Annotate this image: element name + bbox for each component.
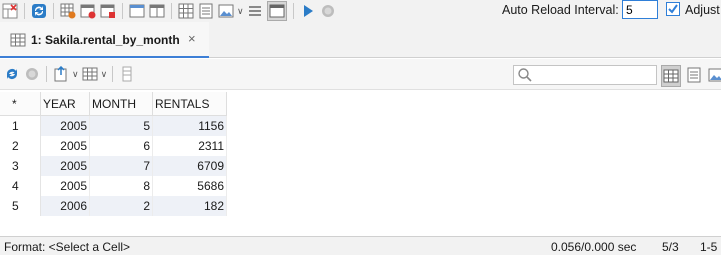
red-window-icon[interactable] <box>100 3 116 19</box>
image-icon[interactable] <box>218 3 234 19</box>
grid-icon[interactable] <box>178 3 194 19</box>
grid-icon <box>10 33 26 50</box>
grid-icon[interactable] <box>82 66 98 82</box>
format-status: Format: <Select a Cell> <box>4 240 131 254</box>
cell-month[interactable]: 7 <box>89 156 153 176</box>
cell-rentals[interactable]: 2311 <box>152 136 227 156</box>
row-number: 4 <box>0 176 41 196</box>
stop-icon[interactable] <box>320 3 336 19</box>
refresh-icon[interactable] <box>4 66 20 82</box>
table-row[interactable]: 4 2005 8 5686 <box>0 176 227 196</box>
grid-settings-icon[interactable] <box>60 3 76 19</box>
toolbar-separator <box>112 66 114 82</box>
cell-rentals[interactable]: 5686 <box>152 176 227 196</box>
grid-view-icon[interactable] <box>661 65 681 87</box>
row-number: 1 <box>0 115 41 136</box>
export-icon[interactable] <box>53 66 69 82</box>
toolbar-separator <box>122 3 123 19</box>
tab-bar: 1: Sakila.rental_by_month × <box>0 22 721 58</box>
chevron-down-icon[interactable]: ∨ <box>101 69 108 80</box>
header-row: * YEAR MONTH RENTALS <box>0 92 227 116</box>
row-number: 3 <box>0 156 41 176</box>
table-row[interactable]: 3 2005 7 6709 <box>0 156 227 176</box>
window-icon[interactable] <box>129 3 145 19</box>
cell-month[interactable]: 8 <box>89 176 153 196</box>
status-bar: Format: <Select a Cell> 0.056/0.000 sec … <box>0 236 721 255</box>
table-row[interactable]: 1 2005 5 1156 <box>0 115 227 136</box>
close-icon[interactable]: × <box>188 31 196 46</box>
search-icon <box>517 67 533 86</box>
column-icon[interactable] <box>119 66 135 82</box>
result-grid: * YEAR MONTH RENTALS 1 2005 5 1156 2 200… <box>0 92 227 216</box>
auto-reload-label: Auto Reload Interval: <box>502 3 619 17</box>
tab-rental-by-month[interactable]: 1: Sakila.rental_by_month × <box>0 22 209 58</box>
toolbar-separator <box>292 3 294 19</box>
refresh-icon[interactable] <box>31 3 47 19</box>
search-input[interactable] <box>513 65 657 85</box>
table-row[interactable]: 5 2006 2 182 <box>0 196 227 216</box>
row-number: 5 <box>0 196 41 216</box>
chevron-down-icon[interactable]: ∨ <box>72 69 79 80</box>
cell-year[interactable]: 2006 <box>40 196 90 216</box>
list-view-icon[interactable] <box>247 3 263 19</box>
panel-toggle-icon[interactable] <box>266 1 287 21</box>
cell-month[interactable]: 2 <box>89 196 153 216</box>
cell-rentals[interactable]: 182 <box>152 196 227 216</box>
toolbar-separator <box>24 3 25 19</box>
cell-rentals[interactable]: 1156 <box>152 115 227 136</box>
run-icon[interactable] <box>300 3 316 19</box>
tab-label: 1: Sakila.rental_by_month <box>31 33 180 47</box>
cell-year[interactable]: 2005 <box>40 115 90 136</box>
row-corner[interactable]: * <box>0 92 41 116</box>
cell-year[interactable]: 2005 <box>40 136 90 156</box>
table-x-icon[interactable] <box>2 3 18 19</box>
adjust-label: Adjust <box>685 3 720 17</box>
cell-month[interactable]: 6 <box>89 136 153 156</box>
image-icon[interactable] <box>707 65 721 85</box>
cell-year[interactable]: 2005 <box>40 156 90 176</box>
stop-icon[interactable] <box>24 66 40 82</box>
toolbar-separator <box>53 3 54 19</box>
toolbar-separator <box>171 3 172 19</box>
cell-month[interactable]: 5 <box>89 115 153 136</box>
list-icon[interactable] <box>198 3 214 19</box>
row-number: 2 <box>0 136 41 156</box>
auto-reload-input[interactable] <box>622 0 658 19</box>
cell-rentals[interactable]: 6709 <box>152 156 227 176</box>
cell-year[interactable]: 2005 <box>40 176 90 196</box>
red-grid-icon[interactable] <box>80 3 96 19</box>
adjust-checkbox[interactable] <box>666 2 680 16</box>
chevron-down-icon[interactable]: ∨ <box>237 6 244 17</box>
window-split-icon[interactable] <box>149 3 165 19</box>
column-header-year[interactable]: YEAR <box>40 92 90 116</box>
form-view-icon[interactable] <box>685 65 703 85</box>
query-time: 0.056/0.000 sec <box>551 240 637 254</box>
view-switcher <box>659 65 721 87</box>
cursor-position: 5/3 <box>662 240 679 254</box>
toolbar-separator <box>46 66 47 82</box>
table-row[interactable]: 2 2005 6 2311 <box>0 136 227 156</box>
column-header-rentals[interactable]: RENTALS <box>152 92 227 116</box>
row-range: 1-5 <box>700 240 718 254</box>
column-header-month[interactable]: MONTH <box>89 92 153 116</box>
check-icon <box>668 4 678 14</box>
